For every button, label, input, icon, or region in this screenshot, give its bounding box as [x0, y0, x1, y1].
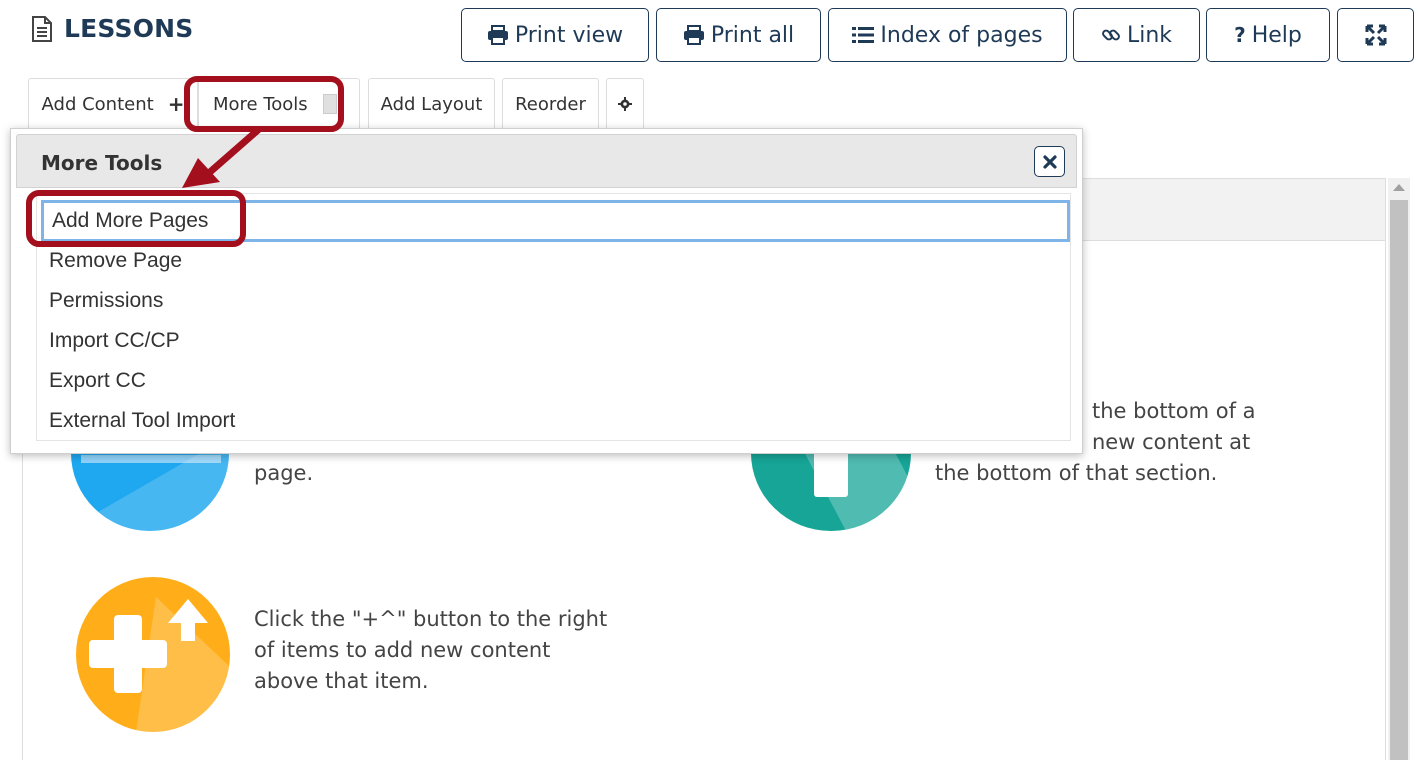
index-of-pages-label: Index of pages — [880, 22, 1043, 48]
plus-up-arrow-icon — [89, 597, 230, 732]
menu-item-import-cc-cp[interactable]: Import CC/CP — [49, 329, 180, 353]
link-icon — [1102, 29, 1120, 41]
print-icon — [487, 25, 508, 45]
add-content-tab[interactable]: Add Content + — [28, 78, 198, 130]
print-all-button[interactable]: Print all — [656, 8, 821, 62]
menu-item-permissions[interactable]: Permissions — [49, 289, 163, 313]
scroll-thumb[interactable] — [1390, 200, 1408, 760]
fullscreen-button[interactable] — [1337, 8, 1414, 62]
scroll-up-arrow-icon[interactable] — [1393, 184, 1405, 191]
link-button[interactable]: Link — [1073, 8, 1200, 62]
dropdown-title: More Tools — [41, 151, 163, 175]
question-icon: ? — [1234, 23, 1246, 47]
page-header: LESSONS — [30, 14, 193, 43]
expand-icon — [1365, 24, 1386, 46]
help-text-right-line-3: the bottom of that section. — [935, 461, 1218, 485]
help-text-bottom-line-1: Click the "+^" button to the right — [254, 607, 608, 631]
more-tools-dropdown: More Tools Add More Pages Remove Page Pe… — [10, 128, 1083, 454]
menu-item-external-tool-import[interactable]: External Tool Import — [49, 409, 235, 433]
page-title: LESSONS — [64, 14, 194, 43]
reorder-label: Reorder — [515, 93, 586, 115]
vertical-scrollbar[interactable] — [1388, 178, 1410, 760]
help-text-bottom-line-2: of items to add new content — [254, 638, 551, 662]
add-above-illustration — [76, 577, 230, 732]
annotation-highlight-more-tools — [184, 76, 344, 132]
add-layout-tab[interactable]: Add Layout — [368, 78, 495, 130]
help-text-bottom-line-3: above that item. — [254, 669, 429, 693]
list-icon — [852, 27, 875, 43]
dropdown-header: More Tools — [16, 134, 1077, 188]
print-view-button[interactable]: Print view — [461, 8, 649, 62]
help-text-left: page. — [254, 461, 314, 485]
link-label: Link — [1126, 22, 1173, 48]
lessons-page: LESSONS Print view Print all Index of pa… — [0, 0, 1418, 760]
print-view-label: Print view — [514, 22, 624, 48]
add-content-label: Add Content — [41, 93, 154, 115]
gear-icon — [618, 97, 632, 111]
annotation-highlight-add-more-pages — [26, 190, 246, 247]
print-icon — [683, 25, 704, 45]
help-text-bottom: Click the "+^" button to the right of it… — [254, 604, 607, 697]
index-of-pages-button[interactable]: Index of pages — [828, 8, 1067, 62]
document-icon — [32, 15, 52, 42]
settings-tab[interactable] — [606, 78, 644, 130]
help-label: Help — [1251, 22, 1302, 48]
help-button[interactable]: ? Help — [1206, 8, 1330, 62]
print-all-label: Print all — [710, 22, 795, 48]
menu-item-remove-page[interactable]: Remove Page — [49, 249, 182, 273]
add-layout-label: Add Layout — [380, 93, 483, 115]
close-button[interactable] — [1034, 146, 1065, 177]
reorder-tab[interactable]: Reorder — [502, 78, 599, 130]
plus-icon: + — [167, 92, 185, 116]
close-icon — [1042, 154, 1057, 169]
menu-item-export-cc[interactable]: Export CC — [49, 369, 146, 393]
